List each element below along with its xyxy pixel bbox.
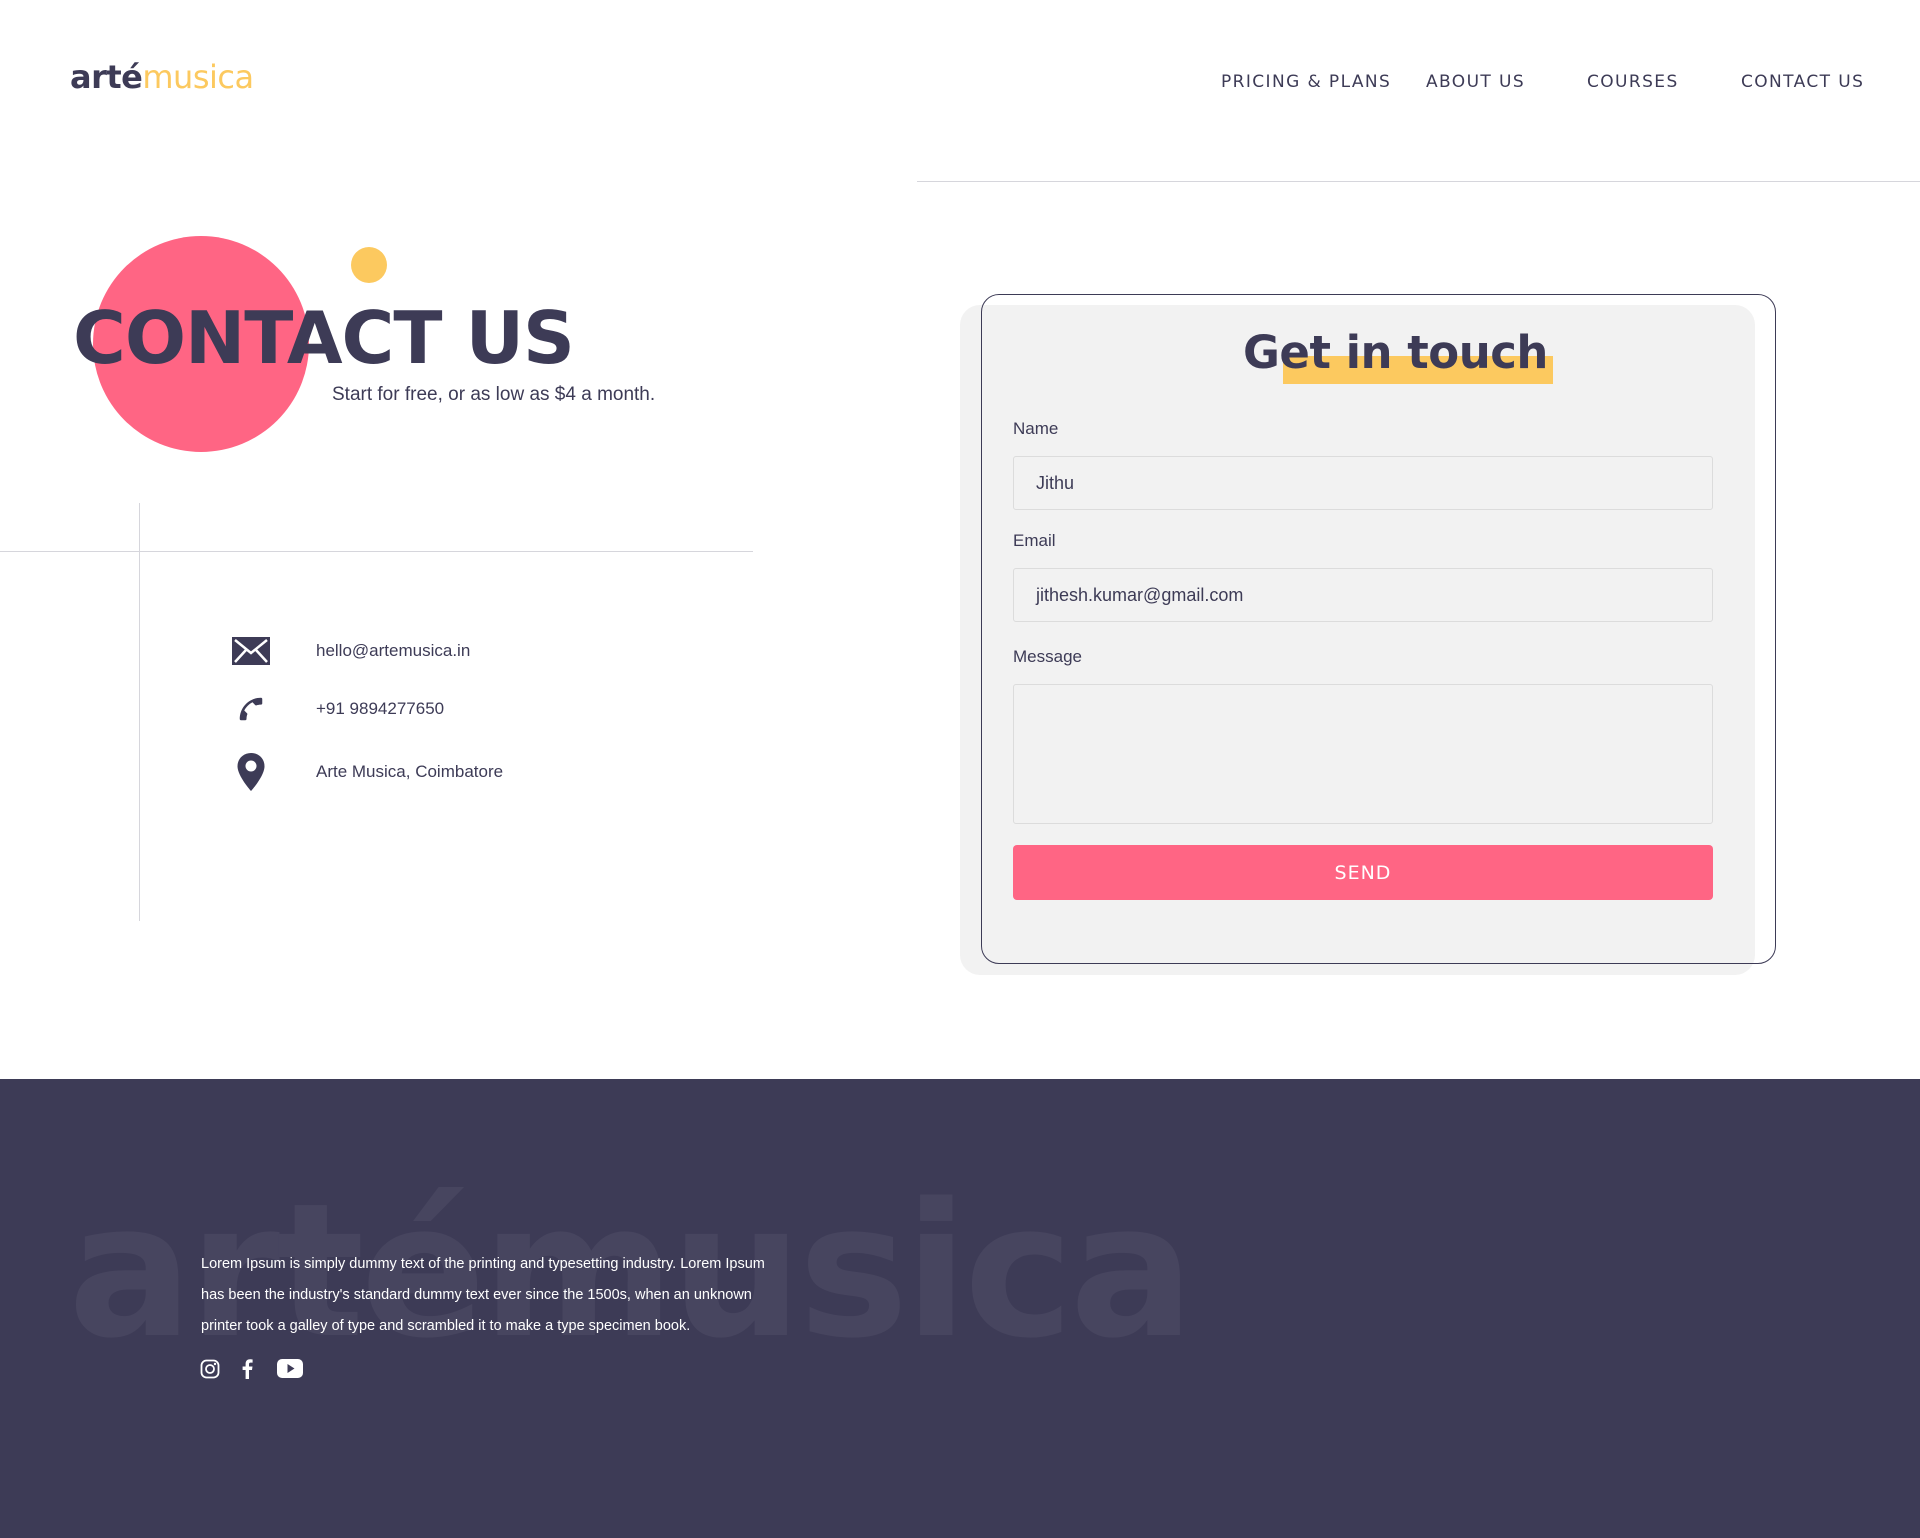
- message-label: Message: [1013, 647, 1082, 666]
- location-pin-icon: [230, 751, 272, 793]
- facebook-icon[interactable]: [240, 1359, 254, 1379]
- contact-location-row: Arte Musica, Coimbatore: [230, 751, 503, 793]
- contact-phone-link[interactable]: +91 9894277650: [316, 699, 444, 719]
- page-subtitle: Start for free, or as low as $4 a month.: [332, 384, 656, 405]
- nav-contact-us[interactable]: CONTACT US: [1741, 72, 1864, 92]
- page-title: CONTACT US: [73, 296, 575, 380]
- form-title-group: Get in touch: [1243, 326, 1553, 384]
- header-divider: [917, 181, 1920, 182]
- name-label: Name: [1013, 419, 1059, 438]
- email-label: Email: [1013, 531, 1056, 550]
- vertical-divider: [139, 503, 140, 921]
- logo-part-musica: musica: [142, 58, 254, 96]
- email-input[interactable]: jithesh.kumar@gmail.com: [1013, 568, 1713, 622]
- contact-email-row: hello@artemusica.in: [230, 630, 470, 672]
- message-textarea[interactable]: [1013, 684, 1713, 824]
- horizontal-divider: [0, 551, 753, 552]
- nav-pricing-plans[interactable]: PRICING & PLANS: [1221, 72, 1391, 92]
- send-button[interactable]: SEND: [1013, 845, 1713, 900]
- nav-about-us[interactable]: ABOUT US: [1426, 72, 1525, 92]
- youtube-icon[interactable]: [277, 1359, 303, 1378]
- logo[interactable]: artémusica: [70, 58, 254, 96]
- logo-part-arte: arté: [70, 58, 143, 96]
- form-title: Get in touch: [1243, 326, 1548, 379]
- instagram-icon[interactable]: [200, 1359, 220, 1379]
- footer: artémusica Lorem Ipsum is simply dummy t…: [0, 1079, 1920, 1538]
- envelope-icon: [230, 630, 272, 672]
- phone-icon: [230, 688, 272, 730]
- decorative-yellow-dot: [351, 247, 387, 283]
- contact-phone-row: +91 9894277650: [230, 688, 444, 730]
- contact-email-link[interactable]: hello@artemusica.in: [316, 641, 470, 661]
- name-input[interactable]: Jithu: [1013, 456, 1713, 510]
- contact-location-text: Arte Musica, Coimbatore: [316, 762, 504, 781]
- footer-description: Lorem Ipsum is simply dummy text of the …: [201, 1256, 765, 1334]
- nav-courses[interactable]: COURSES: [1587, 72, 1679, 92]
